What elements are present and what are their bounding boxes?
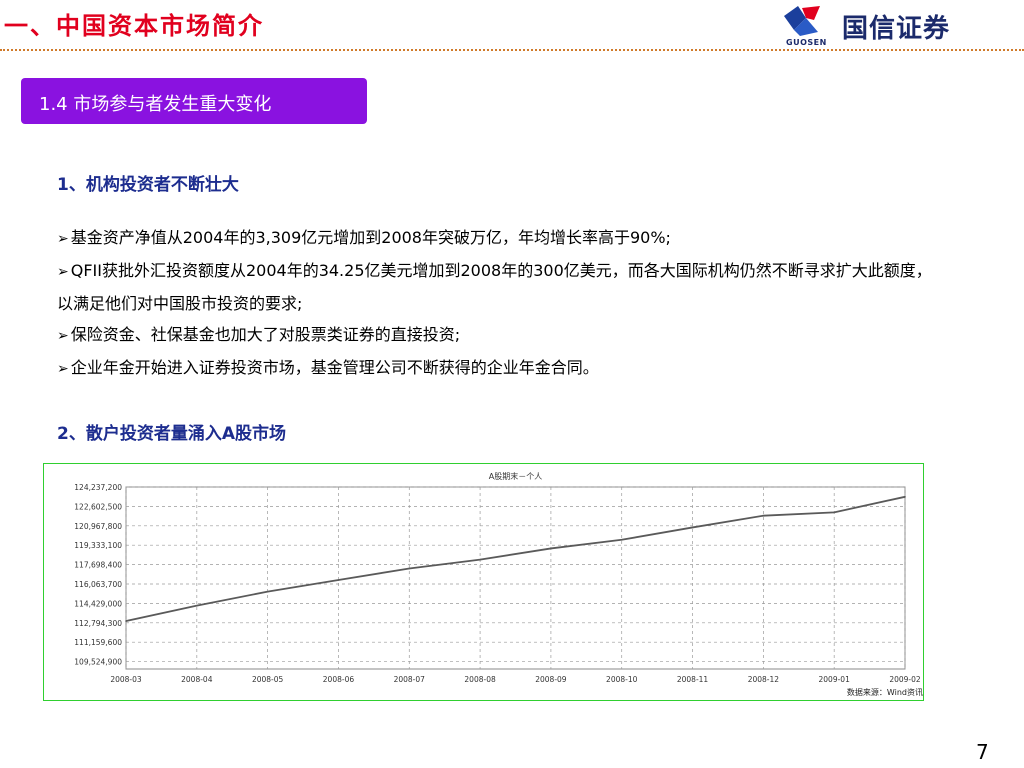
y-tick-label: 114,429,000 [74, 599, 122, 608]
bullet-list: ➢ 基金资产净值从2004年的3,309亿元增加到2008年突破万亿，年均增长率高… [57, 222, 937, 385]
arrow-bullet-icon: ➢ [57, 361, 69, 377]
data-point [691, 526, 694, 529]
series-line [125, 495, 906, 622]
x-tick-label: 2008-09 [535, 675, 567, 684]
x-tick-label: 2008-10 [606, 675, 638, 684]
heading-retail: 2、散户投资者量涌入A股市场 [57, 424, 286, 444]
y-tick-label: 119,333,100 [74, 541, 122, 550]
data-point [833, 511, 835, 514]
data-point [550, 547, 552, 550]
arrow-bullet-icon: ➢ [57, 264, 69, 280]
y-tick-label: 124,237,200 [74, 483, 122, 492]
x-tick-label: 2008-07 [394, 675, 426, 684]
x-tick-label: 2008-11 [677, 675, 709, 684]
line-chart: A股期末－个人 124,237,200 122,602,500 120,967,800… [74, 471, 923, 697]
bullet-text: 基金资产净值从2004年的3,309亿元增加到2008年突破万亿，年均增长率高于… [70, 228, 671, 247]
bullet-item: ➢ 保险资金、社保基金也加大了对股票类证券的直接投资; [57, 319, 937, 352]
data-point [337, 579, 340, 581]
data-point [904, 496, 906, 498]
data-point [762, 514, 765, 517]
data-point [620, 538, 623, 541]
logo-sub-text: GUOSEN [786, 38, 827, 47]
y-tick-label: 112,794,300 [74, 619, 122, 628]
bullet-text: 企业年金开始进入证券投资市场，基金管理公司不断获得的企业年金合同。 [70, 358, 599, 377]
y-tick-label: 111,159,600 [74, 638, 122, 647]
bullet-item: ➢ 企业年金开始进入证券投资市场，基金管理公司不断获得的企业年金合同。 [57, 352, 937, 385]
logo-brand-text: 国信证券 [842, 14, 951, 44]
section-label: 1.4 市场参与者发生重大变化 [39, 94, 272, 115]
x-tick-label: 2009-02 [889, 675, 921, 684]
y-tick-label: 117,698,400 [74, 561, 122, 570]
data-point [125, 620, 127, 622]
bullet-item: ➢ QFII获批外汇投资额度从2004年的34.25亿美元增加到2008年的300… [57, 255, 937, 319]
bullet-item: ➢ 基金资产净值从2004年的3,309亿元增加到2008年突破万亿，年均增长率高… [57, 222, 937, 255]
arrow-bullet-icon: ➢ [57, 328, 69, 344]
y-tick-label: 120,967,800 [74, 522, 122, 531]
guosen-emblem-icon [784, 6, 820, 36]
data-point [408, 567, 411, 570]
x-tick-label: 2008-06 [323, 675, 355, 684]
data-point [479, 558, 481, 561]
chart-title: A股期末－个人 [489, 471, 542, 481]
chart-frame: A股期末－个人 124,237,200 122,602,500 120,967,800… [43, 463, 924, 701]
x-tick-label: 2008-03 [110, 675, 142, 684]
page-title: 一、中国资本市场简介 [4, 12, 264, 40]
section-banner: 1.4 市场参与者发生重大变化 [21, 78, 367, 124]
heading-institutional: 1、机构投资者不断壮大 [57, 175, 239, 195]
data-point [266, 590, 269, 593]
data-point [196, 604, 198, 607]
bullet-text: QFII获批外汇投资额度从2004年的34.25亿美元增加到2008年的300亿… [57, 261, 932, 313]
bullet-text: 保险资金、社保基金也加大了对股票类证券的直接投资; [70, 325, 461, 344]
y-tick-label: 116,063,700 [74, 580, 122, 589]
chart-source: 数据来源：Wind资讯 [847, 687, 923, 697]
header-divider [0, 49, 1024, 51]
y-tick-label: 122,602,500 [74, 502, 122, 511]
x-tick-label: 2008-08 [464, 675, 496, 684]
guosen-logo: GUOSEN 国信证券 [780, 4, 980, 48]
x-tick-label: 2008-12 [748, 675, 780, 684]
page-number: 7 [976, 740, 989, 764]
x-tick-label: 2008-04 [181, 675, 213, 684]
x-tick-label: 2009-01 [819, 675, 851, 684]
y-tick-label: 109,524,900 [74, 658, 122, 667]
arrow-bullet-icon: ➢ [57, 231, 69, 247]
x-tick-label: 2008-05 [252, 675, 284, 684]
